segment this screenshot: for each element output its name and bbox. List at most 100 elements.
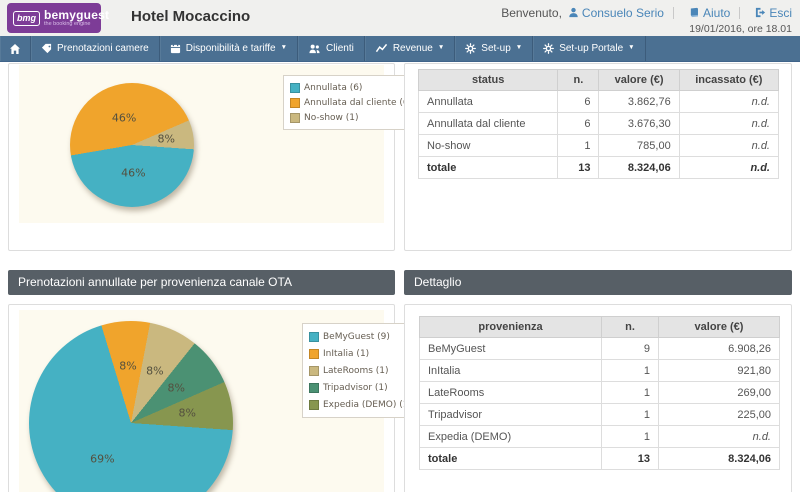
logout-icon [755,7,766,18]
legend-item[interactable]: LateRooms (1) [309,362,412,379]
chevron-down-icon: ▼ [628,45,634,52]
table-cell: 6.908,26 [659,338,780,360]
ota-chart-legend: BeMyGuest (9) InItalia (1) LateRooms (1) Tr… [302,323,419,418]
table-row: Expedia (DEMO)1n.d. [420,426,780,448]
table-cell: 3.676,30 [599,113,679,135]
nav-item-revenue[interactable]: Revenue▼ [365,36,455,61]
legend-swatch [309,400,319,410]
person-icon [568,7,579,18]
users-icon [308,43,321,54]
table-cell: 6 [558,113,599,135]
table-row: Annullata63.862,76n.d. [419,91,779,113]
slice-percent-label: 46% [121,166,145,179]
status-chart-panel: 46%46%8% Annullata (6)Annullata dal clie… [8,63,395,251]
legend-label: BeMyGuest (9) [323,332,390,342]
nav-item-set-up[interactable]: Set-up ▼ [455,36,533,61]
nav-item-prenotazioni-camere[interactable]: Prenotazioni camere [31,36,160,61]
logout-link[interactable]: Esci [749,6,792,20]
table-cell: n.d. [679,113,778,135]
slice-percent-label: 46% [112,112,136,125]
help-link[interactable]: Aiuto [683,6,730,20]
main-nav: Prenotazioni camere Disponibilità e tarif… [0,36,800,62]
ota-pie-chart[interactable]: 69%8%8%8%8% [29,321,233,492]
bemyguest-logo[interactable]: bmg bemyguest the booking engine [7,3,101,33]
table-cell: 1 [602,404,659,426]
legend-item[interactable]: BeMyGuest (9) [309,328,412,345]
nav-item-label: Set-up [481,43,510,54]
table-cell: n.d. [679,157,778,179]
legend-item[interactable]: InItalia (1) [309,345,412,362]
legend-label: LateRooms (1) [323,366,389,376]
gear-icon [543,43,554,54]
nav-item-label: Revenue [393,43,433,54]
chart-icon [375,43,388,54]
legend-item[interactable]: No-show (1) [290,110,412,125]
table-cell: 1 [602,382,659,404]
home-icon [9,43,21,55]
slice-percent-label: 8% [157,133,174,146]
status-chart-legend: Annullata (6) Annullata dal cliente (6) No… [283,75,419,130]
table-row: LateRooms1269,00 [420,382,780,404]
table-cell: n.d. [679,91,778,113]
legend-swatch [309,366,319,376]
legend-swatch [290,83,300,93]
status-pie-chart[interactable]: 46% 46% 8% [70,83,194,207]
status-chart-area: 46%46%8% Annullata (6)Annullata dal clie… [19,65,384,223]
legend-label: No-show (1) [304,113,359,123]
nav-item-label: Clienti [326,43,354,54]
nav-item-label: Set-up Portale [559,43,623,54]
legend-item[interactable]: Tripadvisor (1) [309,379,412,396]
table-cell: totale [420,448,602,470]
legend-swatch [309,332,319,342]
slice-percent-label: 8% [168,382,185,395]
table-cell: totale [419,157,558,179]
table-cell: BeMyGuest [420,338,602,360]
nav-item-clienti[interactable]: Clienti [298,36,365,61]
nav-item-label: Prenotazioni camere [57,43,149,54]
calendar-icon [170,43,181,54]
table-cell: 225,00 [659,404,780,426]
slice-percent-label: 8% [179,407,196,420]
table-total-row: totale138.324,06n.d. [419,157,779,179]
table-cell: 8.324,06 [659,448,780,470]
column-header: n. [602,317,659,338]
legend-item[interactable]: Annullata (6) [290,80,412,95]
nav-item-disponibilita-e-tariffe[interactable]: Disponibilità e tariffe▼ [160,36,298,61]
tag-icon [41,43,52,54]
table-cell: n.d. [679,135,778,157]
table-cell: Tripadvisor [420,404,602,426]
user-account-link[interactable]: Consuelo Serio [562,6,664,20]
legend-label: Annullata dal cliente (6) [304,98,412,108]
nav-item-set-up-portale[interactable]: Set-up Portale ▼ [533,36,645,61]
logo-tagline: the booking engine [44,22,109,28]
page-title: Hotel Mocaccino [131,8,250,25]
welcome-label: Benvenuto, [501,6,562,20]
legend-label: Tripadvisor (1) [323,383,388,393]
table-cell: 1 [602,426,659,448]
logo-brand: bemyguest [44,9,109,21]
table-total-row: totale138.324,06 [420,448,780,470]
table-cell: LateRooms [420,382,602,404]
legend-item[interactable]: Expedia (DEMO) (1) [309,396,412,413]
column-header: valore (€) [599,70,679,91]
table-cell: 13 [602,448,659,470]
table-row: InItalia1921,80 [420,360,780,382]
status-table-panel: statusn.valore (€)incassato (€)Annullata… [404,63,792,251]
divider [739,7,740,19]
table-cell: InItalia [420,360,602,382]
logo-badge: bmg [13,11,40,26]
nav-item-home[interactable] [0,36,31,61]
table-cell: 6 [558,91,599,113]
app-window: bmg bemyguest the booking engine Hotel M… [0,0,800,492]
gear-icon [465,43,476,54]
legend-swatch [290,113,300,123]
table-cell: No-show [419,135,558,157]
table-cell: n.d. [659,426,780,448]
datetime-label: 19/01/2016, ore 18.01 [501,23,792,35]
top-header: bmg bemyguest the booking engine Hotel M… [0,0,800,36]
table-row: Annullata dal cliente63.676,30n.d. [419,113,779,135]
chevron-down-icon: ▼ [516,45,522,52]
column-header: incassato (€) [679,70,778,91]
table-cell: 13 [558,157,599,179]
legend-item[interactable]: Annullata dal cliente (6) [290,95,412,110]
